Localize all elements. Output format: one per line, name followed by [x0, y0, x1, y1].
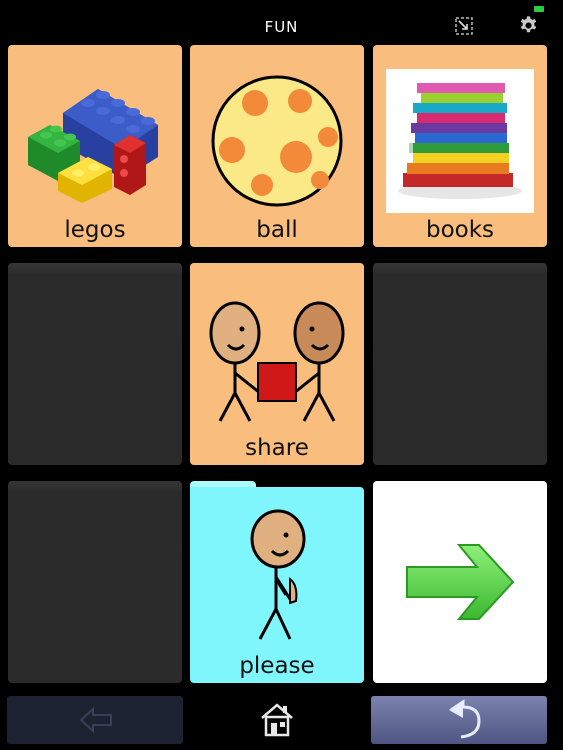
cell-empty[interactable] — [8, 263, 182, 465]
cell-label: legos — [64, 217, 126, 243]
home-icon — [261, 703, 293, 737]
bottom-bar — [0, 690, 563, 750]
battery-indicator — [534, 6, 544, 12]
cell-ball[interactable]: ball — [190, 45, 364, 247]
books-icon — [386, 69, 534, 213]
expand-icon[interactable] — [455, 17, 473, 35]
cell-please[interactable]: please — [190, 487, 364, 683]
cell-empty[interactable] — [8, 481, 182, 683]
please-icon — [250, 509, 306, 640]
home-button[interactable] — [256, 696, 298, 740]
back-arrow-icon — [79, 706, 112, 734]
undo-icon — [449, 699, 481, 739]
cell-share[interactable]: share — [190, 263, 364, 465]
share-icon — [209, 301, 345, 422]
legos-icon — [28, 89, 158, 203]
board-title: FUN — [264, 18, 299, 36]
gear-icon[interactable] — [518, 15, 539, 36]
next-page-arrow-icon — [406, 544, 515, 620]
back-button[interactable] — [7, 696, 183, 744]
next-page-cell[interactable] — [373, 481, 547, 683]
undo-button[interactable] — [371, 696, 547, 744]
cell-label: share — [245, 435, 309, 461]
cell-empty[interactable] — [373, 263, 547, 465]
cell-label: please — [239, 653, 315, 679]
cell-label: books — [425, 217, 495, 243]
top-bar: FUN — [0, 0, 563, 44]
cell-books[interactable]: books — [373, 45, 547, 247]
cell-legos[interactable]: legos — [8, 45, 182, 247]
ball-icon — [211, 75, 343, 207]
cell-label: ball — [256, 217, 298, 243]
